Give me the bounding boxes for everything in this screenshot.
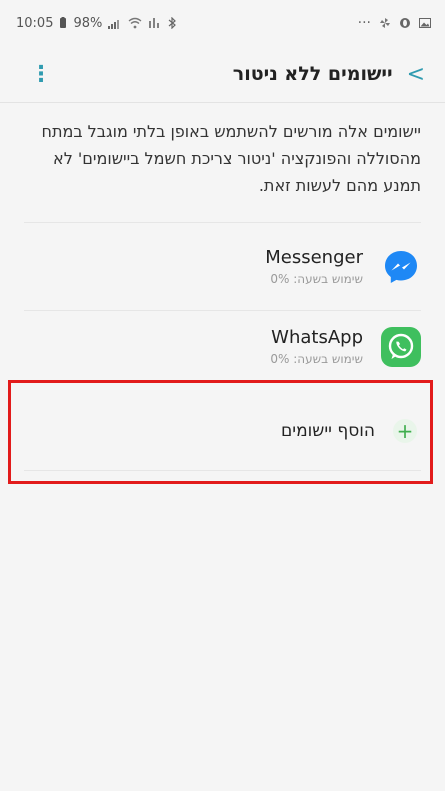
wifi-icon: [128, 17, 142, 29]
status-bar-left: 10:05 98%: [16, 16, 177, 31]
signal-icon: [108, 20, 120, 29]
divider: [24, 310, 421, 311]
battery-icon: [60, 17, 67, 28]
description-text: יישומים אלה מורשים להשתמש באופן בלתי מוג…: [41, 122, 422, 195]
add-apps-button[interactable]: הוסף יישומים +: [0, 400, 445, 462]
status-battery: 98%: [73, 15, 103, 31]
status-time: 10:05: [16, 15, 54, 31]
app-bar: ⋮ יישומים ללא ניטור <: [0, 46, 445, 102]
title-group: יישומים ללא ניטור <: [233, 62, 425, 87]
plus-icon: +: [393, 419, 417, 443]
more-notifications-icon: ···: [357, 15, 371, 31]
bluetooth-icon: [168, 17, 177, 29]
network-icon: [149, 18, 160, 28]
status-bar: 10:05 98% ···: [0, 0, 445, 46]
opera-icon: [400, 18, 410, 28]
app-text: WhatsApp שימוש בשעה: 0%: [270, 326, 363, 368]
app-row-whatsapp[interactable]: WhatsApp שימוש בשעה: 0%: [0, 312, 445, 382]
app-text: Messenger שימוש בשעה: 0%: [265, 246, 363, 288]
status-bar-right: ···: [358, 15, 431, 31]
app-name: Messenger: [265, 247, 363, 268]
app-name: WhatsApp: [271, 327, 363, 348]
app-usage: שימוש בשעה: 0%: [270, 352, 363, 366]
more-options-icon[interactable]: ⋮: [30, 62, 52, 87]
divider: [24, 222, 421, 223]
whatsapp-icon: [381, 327, 421, 367]
back-arrow-icon[interactable]: <: [407, 62, 425, 87]
messenger-icon: [381, 247, 421, 287]
pinwheel-icon: [380, 18, 390, 28]
add-apps-label: הוסף יישומים: [281, 421, 375, 441]
image-icon: [419, 18, 431, 28]
header-divider: [0, 102, 445, 103]
divider: [24, 470, 421, 471]
page-title: יישומים ללא ניטור: [232, 63, 393, 85]
app-row-messenger[interactable]: Messenger שימוש בשעה: 0%: [0, 232, 445, 302]
app-usage: שימוש בשעה: 0%: [270, 272, 363, 286]
